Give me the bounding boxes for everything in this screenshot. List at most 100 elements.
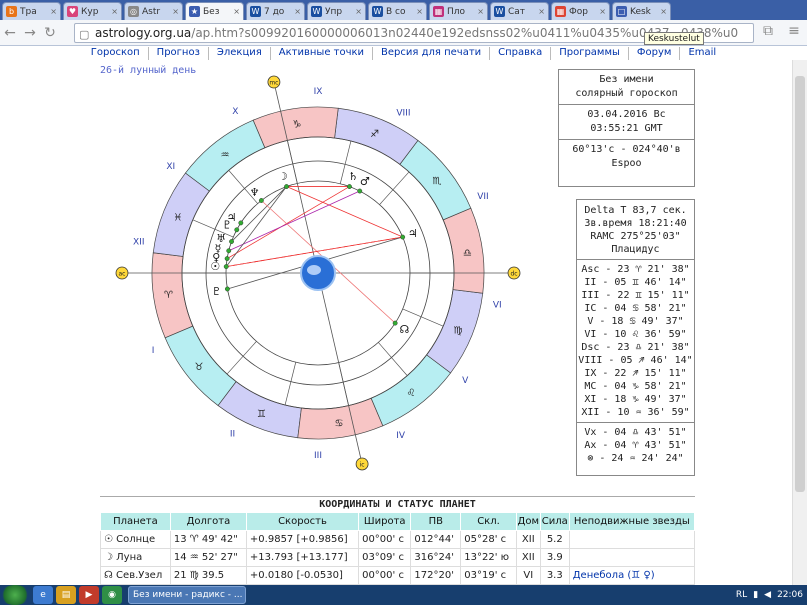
tab-2[interactable]: ◎ Astr × <box>124 2 183 20</box>
menu-item[interactable]: Гороскоп <box>83 47 148 60</box>
scroll-thumb[interactable] <box>795 76 805 492</box>
language-indicator[interactable]: RL <box>736 590 747 600</box>
planets-table-title: КООРДИНАТЫ И СТАТУС ПЛАНЕТ <box>100 496 695 512</box>
close-icon[interactable]: × <box>477 7 484 16</box>
tab-1[interactable]: ♥ Кур × <box>63 2 122 20</box>
tab-7[interactable]: ▦ Пло × <box>429 2 488 20</box>
network-icon[interactable]: ▮ <box>753 590 758 600</box>
site-menu: Гороскоп Прогноз Элекция Активные точки Верс… <box>0 46 807 60</box>
axis-marker-label: ic <box>360 461 365 468</box>
volume-icon[interactable]: ◀ <box>764 590 771 600</box>
planet-point <box>223 264 229 269</box>
table-cell <box>568 530 696 549</box>
close-icon[interactable]: × <box>111 7 118 16</box>
table-cell: 21 ♍ 39.5 <box>169 566 247 585</box>
planet-glyph: ☿ <box>215 242 222 255</box>
close-icon[interactable]: × <box>538 7 545 16</box>
table-header-row: Планета Долгота Скорость Широта ПВ Скл. Дом Сил… <box>100 512 696 531</box>
tab-label: 7 до <box>264 6 285 17</box>
table-cell: +0.9857 [+0.9856] <box>245 530 360 549</box>
menu-item[interactable]: Программы <box>550 47 628 60</box>
star-link[interactable]: Денебола (♊ ♀) <box>573 570 655 581</box>
close-icon[interactable]: × <box>294 7 301 16</box>
house-number: III <box>314 451 322 461</box>
axis-marker-label: mc <box>269 80 278 87</box>
point-row: ⊗ - 24 ♒ 24' 24" <box>587 453 684 464</box>
planet-glyph: ☊ <box>399 323 409 336</box>
menu-item[interactable]: Прогноз <box>147 47 208 60</box>
close-icon[interactable]: × <box>599 7 606 16</box>
planet-point <box>392 320 398 326</box>
house-number: VIII <box>396 108 410 118</box>
ie-icon[interactable]: e <box>33 586 53 604</box>
planet-point <box>229 239 234 244</box>
media-icon[interactable]: ▶ <box>79 586 99 604</box>
planet-glyph: ♂ <box>360 175 370 188</box>
table-cell: 05°28' с <box>460 530 517 549</box>
cusp-row: V - 18 ♋ 49' 37" <box>587 316 684 327</box>
menu-item[interactable]: Версия для печати <box>372 47 489 60</box>
tab-0[interactable]: b Тра × <box>2 2 61 20</box>
table-cell[interactable]: Денебола (♊ ♀) <box>568 566 696 585</box>
tab-6[interactable]: WВ со × <box>368 2 427 20</box>
earth-land <box>307 265 321 275</box>
table-cell: ☉ Солнце <box>100 530 171 549</box>
cusp-row: Dsc - 23 ♎ 21' 38" <box>581 342 690 353</box>
close-icon[interactable]: × <box>355 7 362 16</box>
chrome-icon[interactable]: ◉ <box>102 586 122 604</box>
page-icon: ▢ <box>79 28 90 41</box>
planet-point <box>258 198 264 203</box>
cusp-row: XII - 10 ♒ 36' 59" <box>581 407 690 418</box>
close-icon[interactable]: × <box>660 7 667 16</box>
zodiac-sign-label: ♌ <box>406 388 415 399</box>
url-host: astrology.org.ua <box>95 26 192 40</box>
taskbar-window-item[interactable]: Без имени - радикс - ... <box>128 586 246 604</box>
table-cell: 03°09' с <box>358 548 412 567</box>
time-section: Delta T 83,7 сек. Зв.время 18:21:40 RAMC… <box>577 200 694 256</box>
menu-item[interactable]: Email <box>679 47 724 60</box>
axis-marker-label: dc <box>510 271 517 278</box>
tab-label: Фор <box>569 6 588 17</box>
tab-label: Astr <box>142 6 161 17</box>
close-icon[interactable]: × <box>416 7 423 16</box>
menu-icon[interactable]: ≡ <box>784 23 804 39</box>
close-icon[interactable]: × <box>172 7 179 16</box>
menu-item[interactable]: Активные точки <box>269 47 372 60</box>
menu-item[interactable]: Форум <box>627 47 680 60</box>
reload-icon[interactable]: ↻ <box>40 25 60 41</box>
zodiac-sign-label: ♎ <box>463 248 472 259</box>
cusp-list: Asc - 23 ♈ 21' 38" II - 05 ♊ 46' 14" III -… <box>577 263 694 419</box>
tab-5[interactable]: W Упр × <box>307 2 366 20</box>
house-number: II <box>230 430 235 440</box>
forward-icon[interactable]: → <box>20 25 40 41</box>
table-cell <box>568 548 696 567</box>
clock[interactable]: 22:06 <box>777 590 803 600</box>
zodiac-sign-label: ♉ <box>195 362 204 373</box>
vertical-scrollbar[interactable] <box>792 60 807 585</box>
menu-item[interactable]: Элекция <box>207 47 270 60</box>
cusp-row: IX - 22 ♐ 15' 11" <box>584 368 687 379</box>
cusp-row: III - 22 ♊ 15' 11" <box>581 290 690 301</box>
folder-icon[interactable]: ▤ <box>56 586 76 604</box>
tab-9[interactable]: ▦ Фор × <box>551 2 610 20</box>
house-system: Плацидус <box>611 244 660 255</box>
start-button[interactable] <box>0 585 30 605</box>
table-cell: +0.0180 [-0.0530] <box>245 566 360 585</box>
tab-10[interactable]: □ Kesk × <box>612 2 671 20</box>
table-cell: 012°44' <box>410 530 462 549</box>
table-cell: 172°20' <box>410 566 462 585</box>
favicon-icon: ★ <box>189 6 200 17</box>
tab-8[interactable]: W Сат × <box>490 2 549 20</box>
favicon-icon: W <box>311 6 322 17</box>
natal-chart: ♈♉♊♋♌♍♎♏♐♑♒♓IIIIIIIVVVIVIIVIIIIXXXIXIIac… <box>115 75 521 471</box>
tab-4[interactable]: W7 до × <box>246 2 305 20</box>
tab-3[interactable]: ★ Без × <box>185 2 244 20</box>
close-icon[interactable]: × <box>50 7 57 16</box>
planet-point <box>234 227 240 233</box>
axis-marker-label: ac <box>119 271 126 278</box>
menu-item[interactable]: Справка <box>489 47 550 60</box>
translate-icon[interactable]: ⧉ <box>758 23 778 39</box>
chart-name: Без имени <box>599 74 654 85</box>
close-icon[interactable]: × <box>233 7 240 16</box>
back-icon[interactable]: ← <box>0 25 20 41</box>
